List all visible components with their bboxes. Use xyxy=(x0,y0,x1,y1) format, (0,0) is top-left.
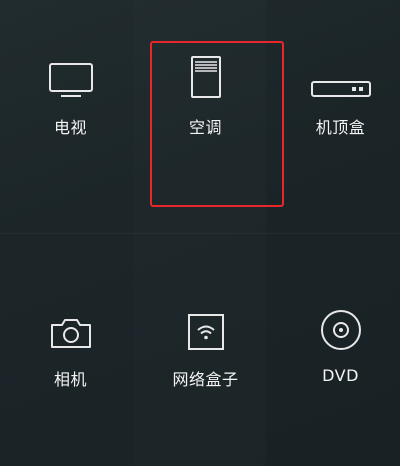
camera-icon xyxy=(4,296,137,352)
device-label: DVD xyxy=(322,366,359,385)
row-divider xyxy=(0,233,400,234)
device-tile-set-top-box[interactable]: 机顶盒 xyxy=(274,44,400,194)
device-label: 相机 xyxy=(53,370,87,389)
set-top-box-icon xyxy=(274,44,400,100)
disc-icon xyxy=(274,296,400,352)
tv-icon xyxy=(4,44,137,100)
wifi-box-icon xyxy=(139,296,272,352)
air-conditioner-icon xyxy=(139,44,272,100)
device-tile-dvd[interactable]: DVD xyxy=(274,296,400,446)
device-label: 电视 xyxy=(53,118,87,137)
device-tile-tv[interactable]: 电视 xyxy=(4,44,137,194)
device-tile-air-conditioner[interactable]: 空调 xyxy=(139,44,272,194)
device-tile-network-box[interactable]: 网络盒子 xyxy=(139,296,272,446)
device-tile-camera[interactable]: 相机 xyxy=(4,296,137,446)
device-label: 机顶盒 xyxy=(315,118,366,137)
device-label: 网络盒子 xyxy=(172,370,239,389)
device-label: 空调 xyxy=(188,118,222,137)
